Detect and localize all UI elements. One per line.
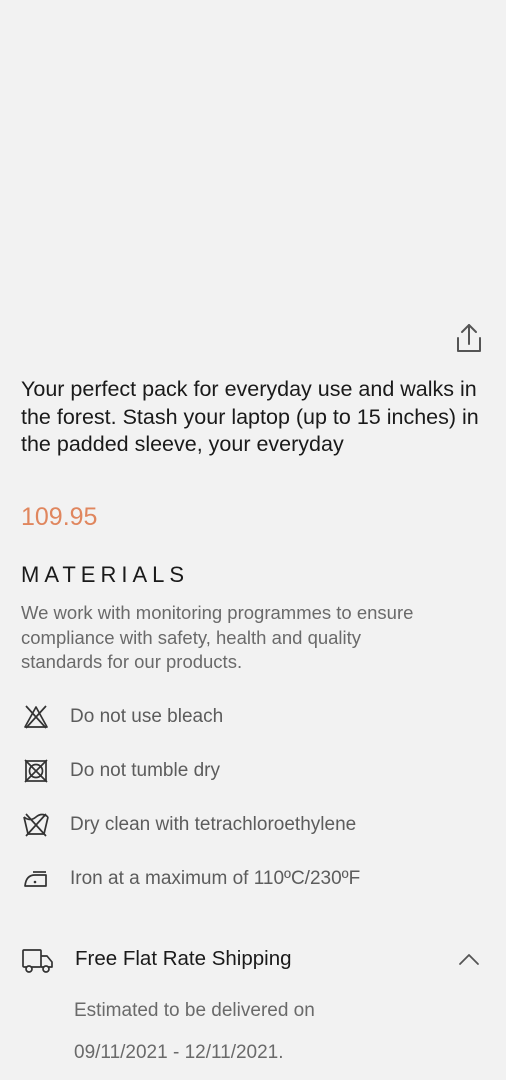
delivery-date-range: 09/11/2021 - 12/11/2021. [74, 1042, 284, 1063]
product-price: 109.95 [21, 503, 98, 531]
chevron-up-icon[interactable] [456, 948, 482, 972]
materials-description: We work with monitoring programmes to en… [21, 602, 414, 672]
share-button[interactable] [452, 320, 486, 356]
iron-icon [21, 864, 51, 894]
product-description: Your perfect pack for everyday use and w… [21, 377, 479, 456]
care-label: Iron at a maximum of 110ºC/230ºF [70, 868, 361, 889]
share-icon [457, 324, 481, 352]
care-label: Do not tumble dry [70, 760, 220, 781]
no-tumble-dry-icon [21, 756, 51, 786]
product-image-area [0, 0, 506, 320]
no-bleach-icon [21, 702, 51, 732]
delivery-estimate-label: Estimated to be delivered on [74, 1000, 315, 1021]
care-item-iron: Iron at a maximum of 110ºC/230ºF [21, 864, 360, 894]
dry-clean-icon [21, 810, 51, 840]
care-label: Do not use bleach [70, 706, 224, 727]
truck-icon [21, 945, 55, 975]
care-label: Dry clean with tetrachloroethylene [70, 814, 357, 835]
delivery-estimate: Estimated to be delivered on 09/11/2021 … [74, 990, 315, 1074]
shipping-accordion-header[interactable]: Free Flat Rate Shipping [0, 940, 506, 980]
shipping-title: Free Flat Rate Shipping [75, 947, 292, 970]
care-item-dry-clean: Dry clean with tetrachloroethylene [21, 810, 356, 840]
care-item-no-bleach: Do not use bleach [21, 702, 223, 732]
care-item-no-tumble-dry: Do not tumble dry [21, 756, 220, 786]
materials-heading: MATERIALS [21, 562, 190, 587]
